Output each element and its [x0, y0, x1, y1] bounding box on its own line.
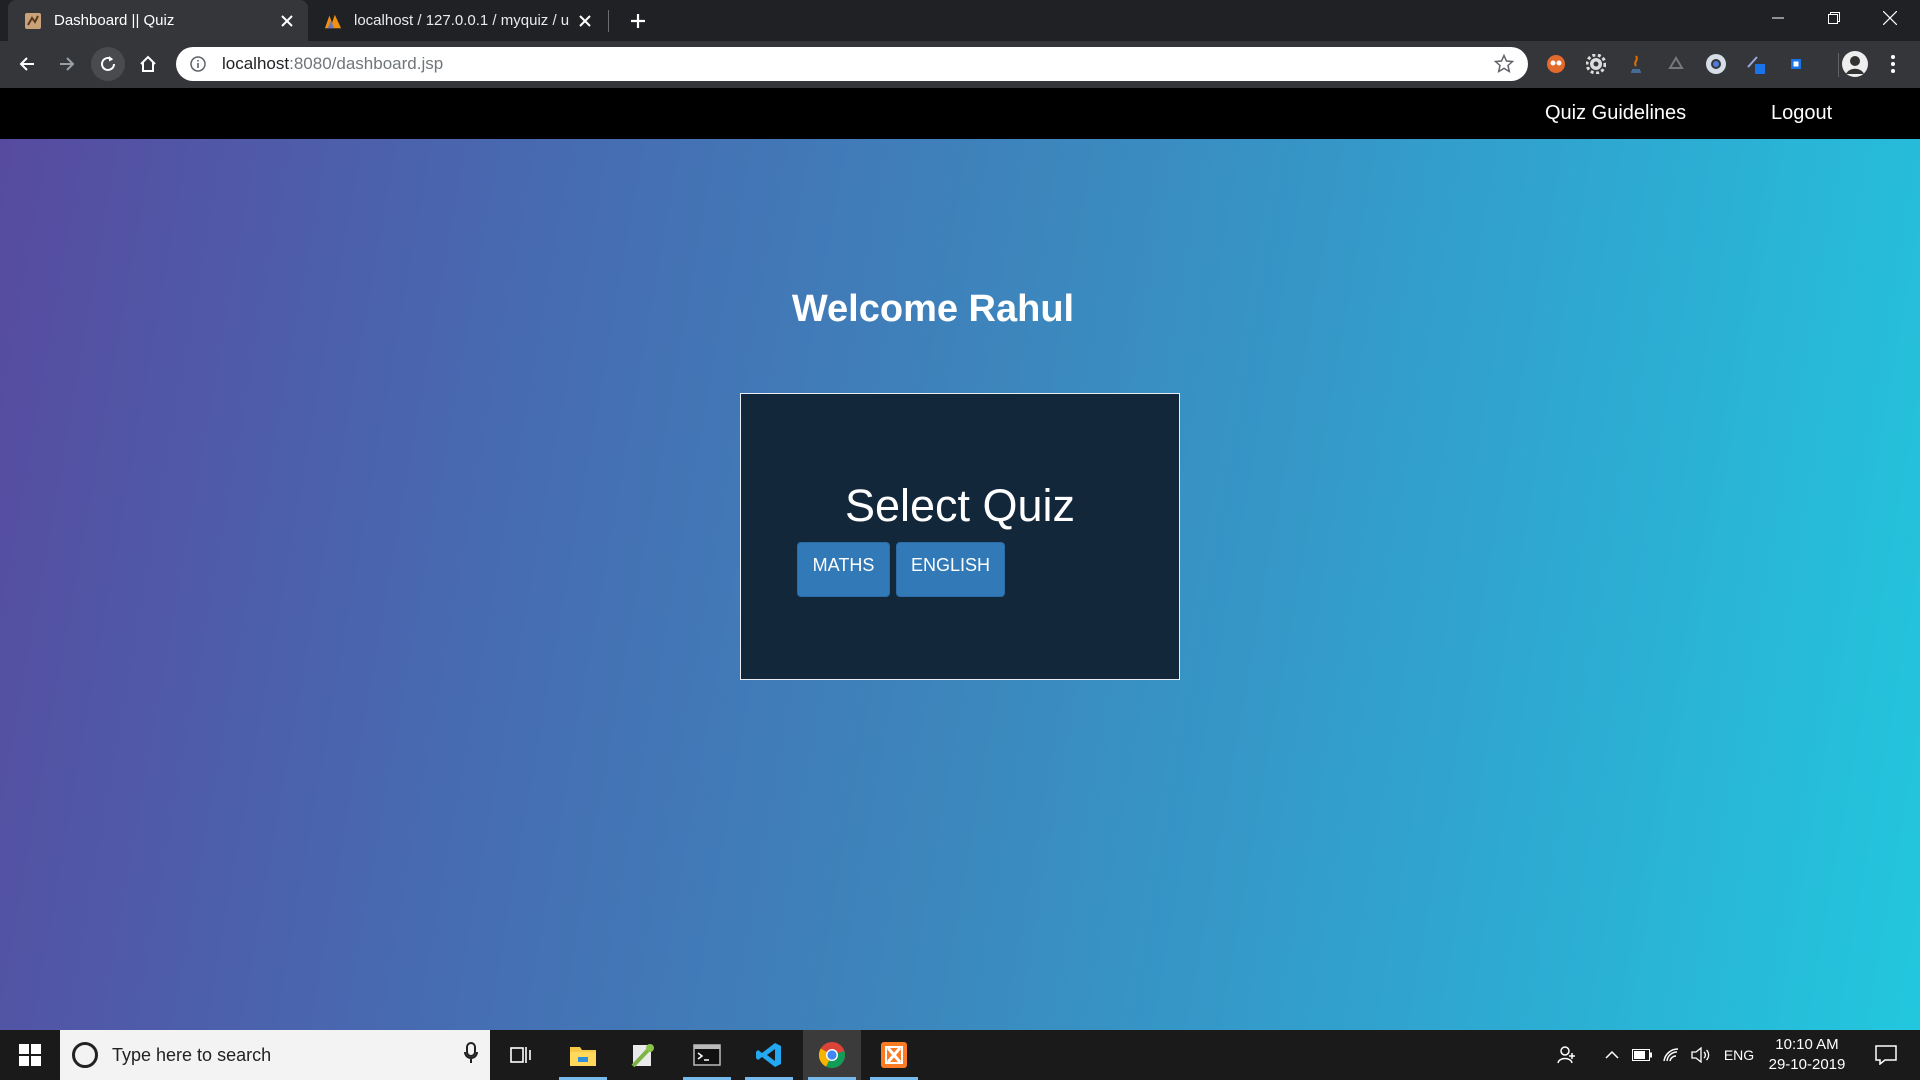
extension-circle-icon[interactable]	[1705, 53, 1727, 75]
volume-icon[interactable]	[1689, 1030, 1713, 1080]
notification-center-icon[interactable]	[1866, 1030, 1906, 1080]
tab-title: localhost / 127.0.0.1 / myquiz / u	[354, 12, 570, 29]
extension-java-icon[interactable]	[1625, 53, 1647, 75]
windows-start-icon[interactable]	[0, 1030, 60, 1080]
top-navbar: Quiz Guidelines Logout	[0, 88, 1920, 139]
language-indicator[interactable]: ENG	[1720, 1030, 1758, 1080]
windows-taskbar: Type here to search ENG 10:10 AM 29-10-2…	[0, 1030, 1920, 1080]
browser-tab-phpmyadmin[interactable]: localhost / 127.0.0.1 / myquiz / u	[316, 0, 606, 41]
vscode-icon[interactable]	[740, 1030, 798, 1080]
extension-gear-icon[interactable]	[1585, 53, 1607, 75]
chrome-icon[interactable]	[803, 1030, 861, 1080]
profile-avatar-icon[interactable]	[1841, 50, 1869, 78]
welcome-heading: Welcome Rahul	[791, 288, 1075, 330]
window-close-icon[interactable]	[1862, 0, 1918, 36]
clock-time: 10:10 AM	[1775, 1036, 1839, 1053]
extension-emoji-icon[interactable]	[1545, 53, 1567, 75]
bookmark-star-icon[interactable]	[1493, 53, 1515, 74]
quiz-favicon-icon	[24, 12, 42, 30]
close-tab-icon[interactable]	[278, 12, 296, 30]
tab-divider	[608, 10, 609, 32]
tab-title: Dashboard || Quiz	[54, 12, 175, 29]
toolbar-divider	[1838, 53, 1839, 77]
close-tab-icon[interactable]	[576, 12, 594, 30]
browser-toolbar: localhost:8080/dashboard.jsp	[0, 41, 1920, 88]
microphone-icon[interactable]	[464, 1041, 478, 1069]
select-quiz-panel: Select Quiz MATHS ENGLISH	[740, 393, 1180, 680]
phpmyadmin-favicon-icon	[324, 12, 342, 30]
url-host: localhost	[222, 54, 290, 73]
url-path: :8080/dashboard.jsp	[289, 54, 444, 73]
forward-arrow-icon[interactable]	[50, 47, 84, 81]
home-icon[interactable]	[131, 47, 165, 81]
extension-blue-square-icon[interactable]	[1785, 53, 1807, 75]
taskbar-search-box[interactable]: Type here to search	[60, 1030, 490, 1080]
restore-icon[interactable]	[1806, 0, 1862, 36]
wifi-icon[interactable]	[1660, 1030, 1684, 1080]
task-view-icon[interactable]	[492, 1030, 550, 1080]
clock-date: 29-10-2019	[1768, 1056, 1846, 1073]
battery-icon[interactable]	[1630, 1030, 1654, 1080]
reload-icon[interactable]	[91, 47, 125, 81]
english-quiz-button[interactable]: ENGLISH	[896, 542, 1005, 597]
logout-link[interactable]: Logout	[1771, 102, 1832, 125]
chevron-up-icon[interactable]	[1602, 1030, 1622, 1080]
cortana-icon	[72, 1042, 98, 1068]
address-bar[interactable]: localhost:8080/dashboard.jsp	[176, 47, 1528, 81]
minimize-icon[interactable]	[1750, 0, 1806, 36]
extension-recycle-icon[interactable]	[1665, 53, 1687, 75]
browser-menu-icon[interactable]	[1882, 53, 1904, 75]
url-text: localhost:8080/dashboard.jsp	[222, 54, 1494, 74]
site-info-icon[interactable]	[190, 56, 206, 72]
maths-quiz-button[interactable]: MATHS	[797, 542, 890, 597]
browser-tab-dashboard[interactable]: Dashboard || Quiz	[8, 0, 308, 41]
system-clock[interactable]: 10:10 AM 29-10-2019	[1762, 1035, 1852, 1075]
select-quiz-title: Select Quiz	[844, 480, 1076, 531]
browser-tab-strip: Dashboard || Quiz localhost / 127.0.0.1 …	[0, 0, 1920, 41]
back-arrow-icon[interactable]	[10, 47, 44, 81]
notepad-plus-icon[interactable]	[614, 1030, 672, 1080]
extension-pen-icon[interactable]	[1745, 53, 1767, 75]
people-icon[interactable]	[1552, 1030, 1582, 1080]
search-placeholder: Type here to search	[112, 1044, 272, 1065]
new-tab-button[interactable]	[624, 7, 652, 35]
dashboard-page: Quiz Guidelines Logout Welcome Rahul Sel…	[0, 88, 1920, 1030]
quiz-guidelines-link[interactable]: Quiz Guidelines	[1545, 102, 1686, 125]
file-explorer-icon[interactable]	[554, 1030, 612, 1080]
xampp-icon[interactable]	[865, 1030, 923, 1080]
command-prompt-icon[interactable]	[678, 1030, 736, 1080]
